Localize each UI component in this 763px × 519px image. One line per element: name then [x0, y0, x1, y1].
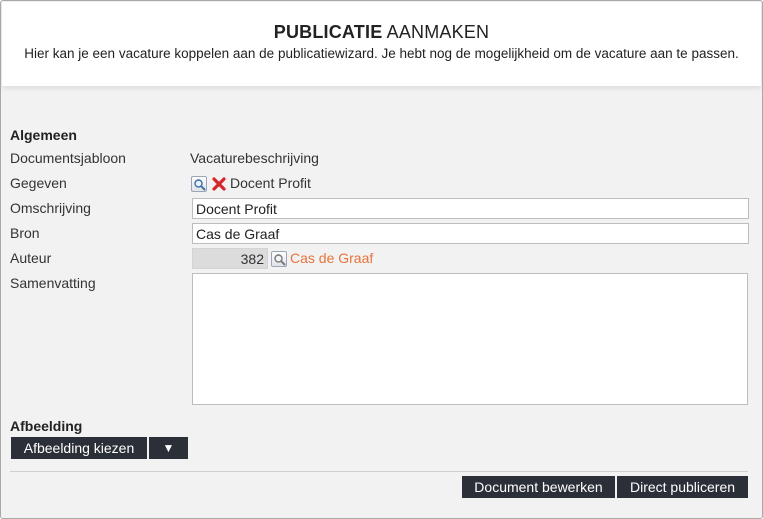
description-label: Omschrijving [10, 200, 91, 216]
source-input[interactable] [192, 223, 749, 244]
delete-x-icon[interactable] [212, 177, 226, 191]
page-title-rest: AANMAKEN [382, 22, 490, 42]
page-title-bold: PUBLICATIE [273, 22, 383, 42]
edit-document-button[interactable]: Document bewerken [462, 476, 615, 498]
source-label: Bron [10, 225, 40, 241]
template-value: Vacaturebeschrijving [190, 150, 319, 166]
data-lookup-icon[interactable] [191, 176, 207, 192]
author-lookup-icon[interactable] [271, 251, 287, 267]
data-label: Gegeven [10, 175, 67, 191]
dialog-header: PUBLICATIE AANMAKEN Hier kan je een vaca… [2, 2, 761, 86]
choose-image-button[interactable]: Afbeelding kiezen [11, 437, 147, 459]
summary-textarea[interactable] [192, 273, 748, 405]
publish-now-button[interactable]: Direct publiceren [617, 476, 748, 498]
template-label: Documentsjabloon [10, 150, 126, 166]
footer-divider [10, 471, 748, 472]
author-id-field: 382 [192, 248, 268, 269]
dialog-window: PUBLICATIE AANMAKEN Hier kan je een vaca… [0, 0, 763, 519]
data-value: Docent Profit [230, 175, 311, 191]
section-general-heading: Algemeen [10, 127, 77, 143]
page-subtitle: Hier kan je een vacature koppelen aan de… [24, 46, 739, 61]
description-input[interactable] [192, 198, 749, 219]
summary-label: Samenvatting [10, 275, 96, 291]
choose-image-dropdown-button[interactable]: ▼ [149, 437, 188, 459]
author-label: Auteur [10, 250, 52, 266]
section-image-heading: Afbeelding [10, 418, 83, 434]
author-name-link[interactable]: Cas de Graaf [290, 250, 373, 266]
page-title: PUBLICATIE AANMAKEN [2, 22, 761, 43]
